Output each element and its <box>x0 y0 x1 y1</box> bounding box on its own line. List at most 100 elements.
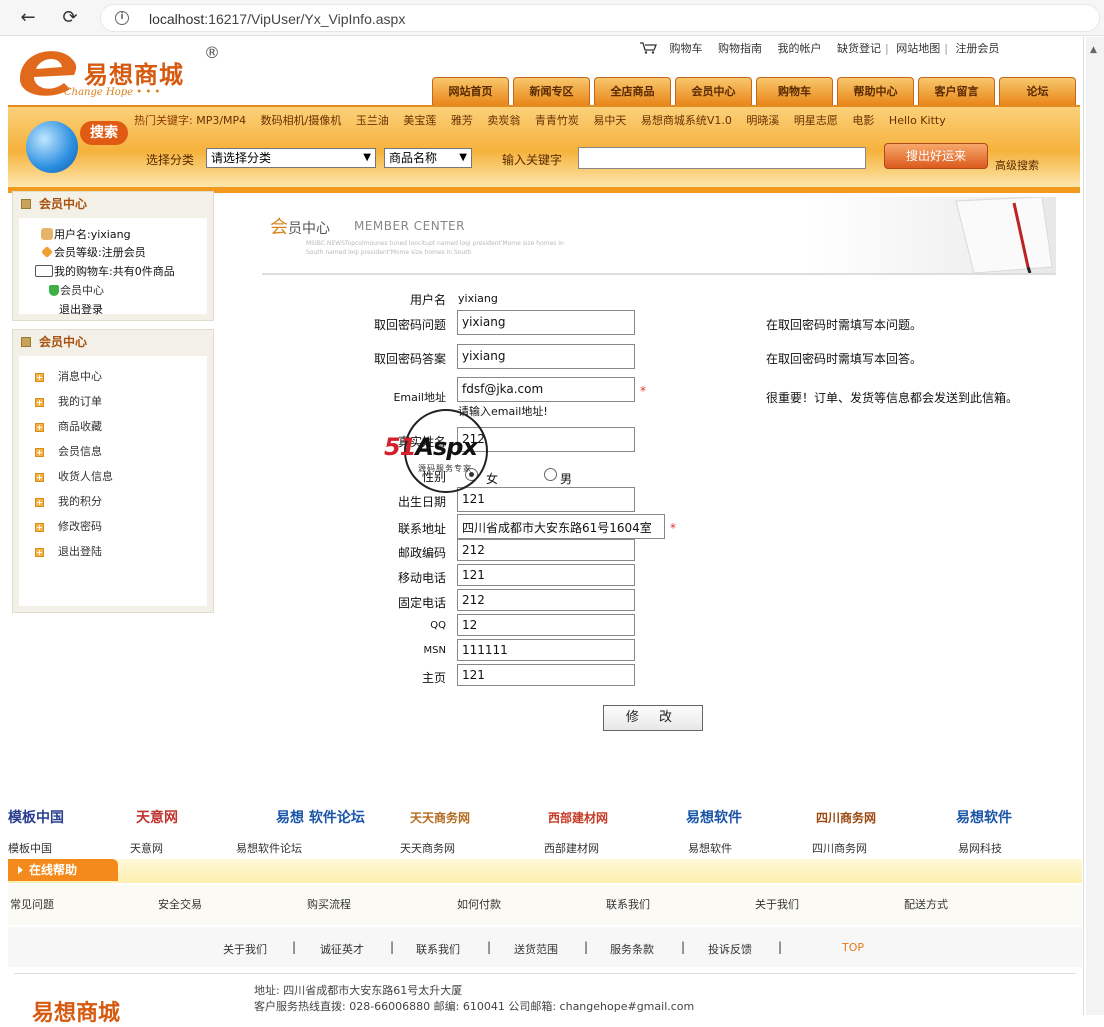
member-center-link[interactable]: 会员中心 <box>60 284 104 297</box>
menu-recipient-info[interactable]: + 收货人信息 <box>35 468 113 484</box>
hot-keyword[interactable]: 电影 <box>852 114 874 127</box>
partner-link[interactable]: 易想软件 易网科技 <box>956 799 1056 855</box>
search-band: 搜索 热门关键字: MP3/MP4 数码相机/摄像机 玉兰油 美宝莲 雅芳 卖炭… <box>8 105 1080 193</box>
member-center-banner: 会员中心 MEMBER CENTER MSIBC NEWSTopcolmoune… <box>262 195 1056 275</box>
address-input[interactable]: 四川省成都市大安东路61号1604室 <box>457 514 665 539</box>
footer-link[interactable]: 关于我们 <box>223 941 267 957</box>
menu-change-password[interactable]: + 修改密码 <box>35 518 102 534</box>
back-to-top-link[interactable]: TOP <box>842 941 864 954</box>
arrow-right-icon <box>18 866 23 874</box>
menu-orders[interactable]: + 我的订单 <box>35 393 102 409</box>
email-field[interactable]: fdsf@jka.com <box>457 377 635 402</box>
reload-icon[interactable]: ⟳ <box>58 6 82 30</box>
info-icon[interactable]: i <box>115 11 129 25</box>
online-help-tab: 在线帮助 <box>8 859 118 881</box>
partner-link[interactable]: 易想软件 易想软件 <box>686 799 786 855</box>
hot-keyword[interactable]: 明晓溪 <box>746 114 779 127</box>
hot-keyword[interactable]: MP3/MP4 <box>196 114 246 127</box>
toplink-stockout[interactable]: 缺货登记 <box>837 42 881 55</box>
partner-link[interactable]: 四川商务网 四川商务网 <box>812 799 916 855</box>
hot-keyword[interactable]: 美宝莲 <box>403 114 436 127</box>
toplink-guide[interactable]: 购物指南 <box>718 42 762 55</box>
footer-link[interactable]: 送货范围 <box>514 941 558 957</box>
footer-link[interactable]: 诚征英才 <box>320 941 364 957</box>
logout-link[interactable]: 退出登录 <box>59 301 103 317</box>
address-bar[interactable]: i localhost:16217/VipUser/Yx_VipInfo.asp… <box>100 4 1100 32</box>
homepage-input[interactable]: 121 <box>457 664 635 686</box>
toplink-register[interactable]: 注册会员 <box>955 42 999 55</box>
help-link[interactable]: 购买流程 <box>307 896 351 912</box>
menu-favorites[interactable]: + 商品收藏 <box>35 418 102 434</box>
toplink-account[interactable]: 我的帐户 <box>778 42 822 55</box>
hot-keyword[interactable]: 卖炭翁 <box>487 114 520 127</box>
footer-link[interactable]: 服务条款 <box>610 941 654 957</box>
phone-input[interactable]: 212 <box>457 589 635 611</box>
field-label: 主页 <box>421 671 446 685</box>
nav-member-center[interactable]: 会员中心 <box>675 77 752 105</box>
hot-keyword[interactable]: 玉兰油 <box>356 114 389 127</box>
hot-keyword[interactable]: Hello Kitty <box>889 114 946 127</box>
menu-logout[interactable]: + 退出登陆 <box>35 543 102 559</box>
nav-home[interactable]: 网站首页 <box>432 77 509 105</box>
help-link[interactable]: 常见问题 <box>10 896 54 912</box>
partner-logo: 天天商务网 <box>410 811 471 825</box>
footer-link[interactable]: 联系我们 <box>416 941 460 957</box>
help-link[interactable]: 安全交易 <box>158 896 202 912</box>
partner-link[interactable]: 天天商务网 天天商务网 <box>400 799 510 855</box>
menu-member-info[interactable]: + 会员信息 <box>35 443 102 459</box>
hot-keyword[interactable]: 易想商城系统V1.0 <box>641 114 732 127</box>
qq-input[interactable]: 12 <box>457 614 635 636</box>
mobile-input[interactable]: 121 <box>457 564 635 586</box>
category-select[interactable]: 请选择分类 ▼ <box>206 148 376 168</box>
scrollbar[interactable]: ▲ <box>1086 37 1104 1015</box>
nav-forum[interactable]: 论坛 <box>999 77 1076 105</box>
member-menu-body: + 消息中心 + 我的订单 + 商品收藏 + 会员信息 + 收货人信息 + 我的积分 + 修改… <box>19 356 207 606</box>
nav-all-products[interactable]: 全店商品 <box>594 77 671 105</box>
footer-link[interactable]: 投诉反馈 <box>708 941 752 957</box>
field-note: 很重要！订单、发货等信息都会发送到此信箱。 <box>766 391 1019 405</box>
chevron-down-icon: ▼ <box>459 152 467 163</box>
hot-keyword[interactable]: 数码相机/摄像机 <box>261 114 342 127</box>
nav-guestbook[interactable]: 客户留言 <box>918 77 995 105</box>
partner-link[interactable]: 西部建材网 西部建材网 <box>544 799 648 855</box>
menu-messages[interactable]: + 消息中心 <box>35 368 102 384</box>
partner-link[interactable]: 易想 软件论坛 易想软件论坛 <box>236 799 376 855</box>
help-link[interactable]: 关于我们 <box>755 896 799 912</box>
keyword-input[interactable] <box>578 147 866 169</box>
toplink-cart[interactable]: 购物车 <box>670 42 703 55</box>
footer-address: 地址: 四川省成都市大安东路61号太升大厦 客户服务热线直拨: 028-6600… <box>254 983 694 1015</box>
hot-keyword[interactable]: 易中天 <box>593 114 626 127</box>
nav-help[interactable]: 帮助中心 <box>837 77 914 105</box>
hot-keyword[interactable]: 明星志愿 <box>794 114 838 127</box>
gender-male-radio[interactable] <box>544 468 557 481</box>
back-arrow-icon[interactable]: ← <box>16 6 40 30</box>
search-button[interactable]: 搜出好运来 <box>884 143 988 169</box>
msn-input[interactable]: 111111 <box>457 639 635 661</box>
field-label: QQ <box>430 620 446 631</box>
field-label: 联系地址 <box>397 522 446 536</box>
nav-news[interactable]: 新闻专区 <box>513 77 590 105</box>
password-answer-input[interactable]: yixiang <box>457 344 635 369</box>
partner-link[interactable]: 天意网 天意网 <box>130 799 236 855</box>
watermark-logo: 51Aspx 源码服务专家 <box>384 405 524 497</box>
password-question-input[interactable]: yixiang <box>457 310 635 335</box>
menu-points[interactable]: + 我的积分 <box>35 493 102 509</box>
plus-icon: + <box>35 498 44 507</box>
help-link[interactable]: 如何付款 <box>457 896 501 912</box>
scroll-up-icon[interactable]: ▲ <box>1090 45 1097 55</box>
help-link[interactable]: 配送方式 <box>904 896 948 912</box>
field-label: 固定电话 <box>397 596 446 610</box>
postcode-input[interactable]: 212 <box>457 539 635 561</box>
toplink-sitemap[interactable]: 网站地图 <box>896 42 940 55</box>
modify-button[interactable]: 修 改 <box>603 705 703 731</box>
watermark-subtitle: 源码服务专家 <box>418 464 472 473</box>
partner-link[interactable]: 模板中国 模板中国 <box>8 799 108 855</box>
nav-cart[interactable]: 购物车 <box>756 77 833 105</box>
field-select[interactable]: 商品名称 ▼ <box>384 148 472 168</box>
hot-keyword[interactable]: 雅芳 <box>451 114 473 127</box>
hot-keyword[interactable]: 青青竹炭 <box>535 114 579 127</box>
partner-caption: 易想软件论坛 <box>236 842 302 855</box>
partner-logo: 易想软件 <box>686 810 742 826</box>
help-link[interactable]: 联系我们 <box>606 896 650 912</box>
advanced-search-link[interactable]: 高级搜索 <box>995 157 1039 173</box>
